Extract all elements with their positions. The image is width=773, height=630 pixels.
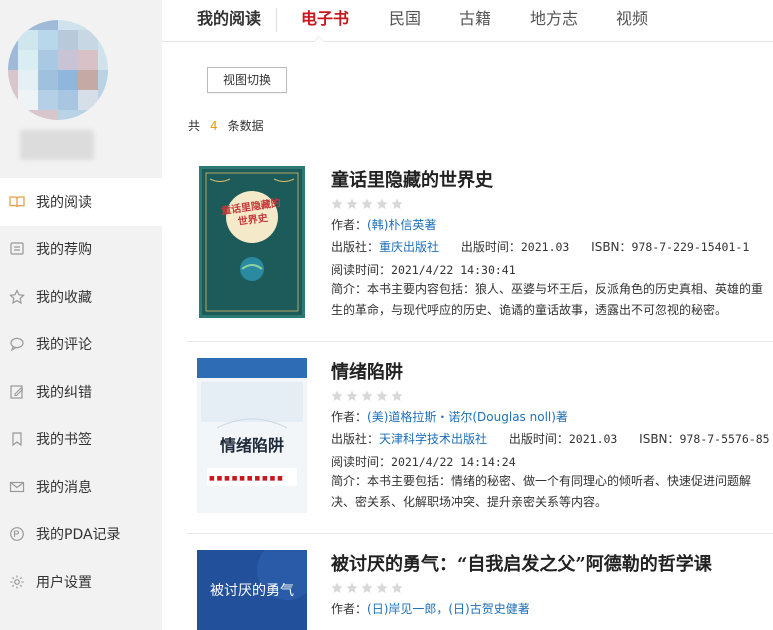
rating-stars[interactable]: [331, 195, 403, 209]
book-publish-info: 出版社：天津科学技术出版社 出版时间：2021.03 ISBN：978-7-55…: [331, 432, 770, 446]
sidebar-item-my-reading[interactable]: 我的阅读: [0, 178, 162, 226]
star-icon: [391, 195, 403, 209]
active-tab-caret: [313, 36, 325, 42]
tab-republic-era[interactable]: 民国: [389, 0, 421, 40]
star-icon: [331, 195, 343, 209]
sidebar-item-my-favorites[interactable]: 我的收藏: [0, 273, 162, 321]
pda-icon: [8, 525, 26, 543]
star-icon: [391, 387, 403, 401]
sidebar-item-label: 用户设置: [36, 574, 92, 591]
comment-icon: [8, 335, 26, 353]
book-cover[interactable]: ■ ■ ■ ■ ■ ■ ■ ■ ■ ■ 情绪陷阱: [197, 358, 307, 513]
star-icon: [8, 288, 26, 306]
view-toggle-button[interactable]: 视图切换: [207, 67, 287, 93]
book-publish-info: 出版社：重庆出版社 出版时间：2021.03 ISBN：978-7-229-15…: [331, 240, 750, 254]
book-read-time: 阅读时间：2021/4/22 14:14:24: [331, 455, 516, 469]
publisher-link[interactable]: 天津科学技术出版社: [379, 432, 487, 446]
gear-icon: [8, 573, 26, 591]
sidebar-item-label: 我的书签: [36, 432, 92, 449]
tab-my-reading[interactable]: 我的阅读: [197, 0, 261, 40]
sidebar-menu: 我的阅读 我的荐购 我的收藏 我的评论 我的纠错 我的书签 我的消息 我的PDA…: [0, 178, 162, 606]
bookmark-icon: [8, 430, 26, 448]
sidebar-item-label: 我的阅读: [36, 194, 92, 211]
book-summary: 简介：本书主要内容包括：狼人、巫婆与坏王后，反派角色的历史真相、英雄的重生的革命…: [331, 282, 764, 317]
star-icon: [346, 579, 358, 593]
book-summary: 简介：本书主要包括：情绪的秘密、做一个有同理心的倾听者、快速促进问题解决、密关系…: [331, 474, 752, 509]
result-count-number: 4: [210, 119, 218, 133]
book-title[interactable]: 情绪陷阱: [331, 358, 403, 384]
book-author: 作者：(美)道格拉斯・诺尔(Douglas noll)著: [331, 410, 568, 424]
book-read-time: 阅读时间：2021/4/22 14:30:41: [331, 263, 516, 277]
author-link[interactable]: (美)道格拉斯・诺尔(Douglas noll)著: [367, 410, 568, 424]
sidebar-item-my-corrections[interactable]: 我的纠错: [0, 368, 162, 416]
sidebar-item-user-settings[interactable]: 用户设置: [0, 558, 162, 606]
isbn: 978-7-5576-85: [679, 432, 770, 446]
star-icon: [361, 387, 373, 401]
book-item: 童话里隐藏的世界史 童话里隐藏的世界史 作者：(韩)朴信英著 出版社：重庆出版社…: [187, 166, 773, 326]
tab-local-chronicles[interactable]: 地方志: [530, 0, 578, 40]
rating-stars[interactable]: [331, 579, 403, 593]
book-author: 作者：(日)岸见一郎，(日)古贺史健著: [331, 602, 530, 616]
book-cover[interactable]: 被讨厌的勇气: [197, 550, 307, 630]
sidebar-item-label: 我的PDA记录: [36, 527, 121, 544]
star-icon: [331, 579, 343, 593]
divider: [187, 341, 773, 342]
sidebar-item-my-bookmarks[interactable]: 我的书签: [0, 416, 162, 464]
username: [20, 130, 94, 160]
sidebar-item-my-messages[interactable]: 我的消息: [0, 463, 162, 511]
author-link[interactable]: (日)岸见一郎，(日)古贺史健著: [367, 602, 530, 616]
sidebar-item-my-pda[interactable]: 我的PDA记录: [0, 511, 162, 559]
sidebar-item-label: 我的荐购: [36, 242, 92, 259]
book-title[interactable]: 童话里隐藏的世界史: [331, 166, 493, 192]
rating-stars[interactable]: [331, 387, 403, 401]
star-icon: [376, 195, 388, 209]
divider: [187, 533, 773, 534]
star-icon: [376, 387, 388, 401]
book-title[interactable]: 被讨厌的勇气：“自我启发之父”阿德勒的哲学课: [331, 550, 712, 576]
sidebar-item-label: 我的纠错: [36, 384, 92, 401]
sidebar-item-label: 我的收藏: [36, 289, 92, 306]
sidebar: 我的阅读 我的荐购 我的收藏 我的评论 我的纠错 我的书签 我的消息 我的PDA…: [0, 0, 162, 630]
book-open-icon: [8, 193, 26, 211]
mail-icon: [8, 478, 26, 496]
book-item: ■ ■ ■ ■ ■ ■ ■ ■ ■ ■ 情绪陷阱 情绪陷阱 作者：(美)道格拉斯…: [187, 358, 773, 518]
tab-ancient-books[interactable]: 古籍: [459, 0, 491, 40]
star-icon: [331, 387, 343, 401]
tab-divider: [276, 8, 277, 32]
publish-date: 2021.03: [520, 240, 570, 254]
book-item: 被讨厌的勇气 被讨厌的勇气：“自我启发之父”阿德勒的哲学课 作者：(日)岸见一郎…: [187, 550, 773, 630]
sidebar-item-my-recommend[interactable]: 我的荐购: [0, 226, 162, 274]
publish-date: 2021.03: [568, 432, 618, 446]
author-link[interactable]: (韩)朴信英著: [367, 218, 436, 232]
star-icon: [346, 387, 358, 401]
star-icon: [391, 579, 403, 593]
publisher-link[interactable]: 重庆出版社: [379, 240, 439, 254]
result-count: 共 4 条数据: [188, 119, 264, 133]
top-tabs: 我的阅读 电子书 民国 古籍 地方志 视频: [162, 0, 773, 42]
isbn: 978-7-229-15401-1: [631, 240, 750, 254]
recommend-icon: [8, 240, 26, 258]
sidebar-item-label: 我的消息: [36, 479, 92, 496]
edit-icon: [8, 383, 26, 401]
star-icon: [346, 195, 358, 209]
star-icon: [376, 579, 388, 593]
avatar[interactable]: [8, 20, 108, 120]
tab-ebook[interactable]: 电子书: [301, 0, 349, 40]
tab-video[interactable]: 视频: [616, 0, 648, 40]
star-icon: [361, 579, 373, 593]
cover-title: 被讨厌的勇气: [210, 583, 294, 599]
sidebar-item-label: 我的评论: [36, 337, 92, 354]
sidebar-item-my-comments[interactable]: 我的评论: [0, 321, 162, 369]
book-author: 作者：(韩)朴信英著: [331, 218, 437, 232]
book-cover[interactable]: 童话里隐藏的世界史: [199, 166, 305, 318]
svg-text:■ ■ ■ ■ ■ ■ ■ ■ ■ ■: ■ ■ ■ ■ ■ ■ ■ ■ ■ ■: [209, 475, 283, 482]
star-icon: [361, 195, 373, 209]
cover-title: 情绪陷阱: [219, 436, 284, 455]
